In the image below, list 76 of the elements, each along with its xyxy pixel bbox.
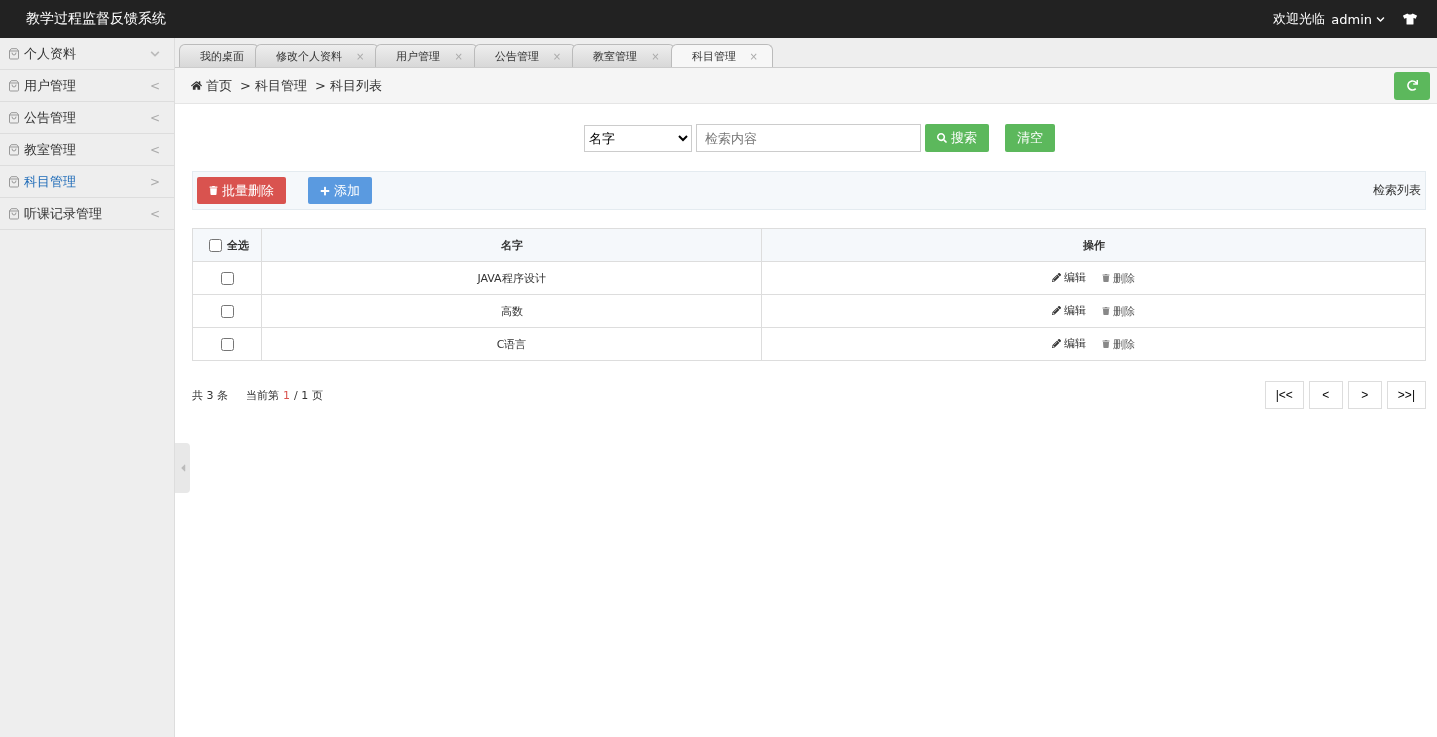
welcome-text: 欢迎光临 (1273, 10, 1326, 28)
user-menu[interactable]: admin (1331, 11, 1385, 27)
sidebar-label: 科目管理 (24, 172, 77, 191)
collapse-handle[interactable] (175, 443, 190, 493)
page-button[interactable]: < (1308, 381, 1343, 409)
select-all-checkbox[interactable] (209, 238, 222, 252)
edit-link[interactable]: 编辑 (1052, 270, 1086, 286)
chevron-down-icon (1376, 14, 1385, 24)
bag-icon (8, 143, 20, 156)
refresh-icon (1406, 80, 1418, 91)
sidebar-item[interactable]: 个人资料 (0, 38, 174, 70)
delete-link[interactable]: 删除 (1102, 303, 1135, 319)
bag-icon (8, 47, 20, 60)
pencil-icon (1052, 339, 1061, 349)
arrow-text: > (149, 174, 160, 189)
trash-icon (1102, 274, 1110, 283)
row-checkbox[interactable] (221, 271, 234, 285)
tab[interactable]: 教室管理 × (572, 44, 675, 67)
chevron-down-icon (150, 48, 160, 59)
bag-icon (8, 175, 20, 188)
arrow-text: < (149, 142, 160, 157)
page-prefix: 当前第 (246, 387, 279, 403)
pencil-icon (1052, 273, 1061, 283)
page-total: / 1 页 (294, 387, 323, 403)
sidebar-item[interactable]: 用户管理 < (0, 70, 174, 102)
trash-icon (209, 186, 218, 195)
sidebar-label: 个人资料 (24, 44, 77, 63)
delete-link[interactable]: 删除 (1102, 336, 1135, 352)
breadcrumb-text: > 科目管理 (240, 76, 308, 95)
home-icon (191, 80, 202, 91)
sidebar-label: 教室管理 (24, 140, 77, 159)
sidebar-label: 听课记录管理 (24, 204, 103, 223)
breadcrumb-text: > 科目列表 (315, 76, 383, 95)
search-icon (936, 133, 947, 143)
sidebar-item[interactable]: 教室管理 < (0, 134, 174, 166)
current-page: 1 (283, 388, 290, 402)
table-cell: 高数 (261, 294, 762, 328)
sidebar-item[interactable]: 公告管理 < (0, 102, 174, 134)
table-cell: C语言 (261, 327, 762, 361)
sidebar-label: 用户管理 (24, 76, 77, 95)
column-header: 名字 (261, 228, 762, 262)
total-count: 共 3 条 (192, 387, 228, 403)
row-checkbox[interactable] (221, 337, 234, 351)
select-all-label: 全选 (227, 237, 249, 253)
column-header: 操作 (761, 228, 1426, 262)
batch-delete-button[interactable]: 批量删除 (197, 177, 286, 204)
bag-icon (8, 111, 20, 124)
bag-icon (8, 79, 20, 92)
arrow-text: < (149, 78, 160, 93)
plus-icon (320, 185, 330, 196)
trash-icon (1102, 307, 1110, 316)
trash-icon (1102, 340, 1110, 349)
tab[interactable]: 科目管理 × (670, 44, 773, 67)
sidebar-label: 公告管理 (24, 108, 77, 127)
row-checkbox[interactable] (221, 304, 234, 318)
breadcrumb-link[interactable]: 首页 (191, 76, 232, 95)
bag-icon (8, 207, 20, 220)
page-button[interactable]: |<< (1264, 381, 1304, 409)
sidebar-item[interactable]: 科目管理 > (0, 166, 174, 198)
app-title: 教学过程监督反馈系统 (26, 10, 166, 28)
page-button[interactable]: >>| (1386, 381, 1426, 409)
delete-link[interactable]: 删除 (1102, 270, 1135, 286)
arrow-text: < (149, 110, 160, 125)
sidebar-item[interactable]: 听课记录管理 < (0, 198, 174, 230)
field-select[interactable]: 名字 (583, 124, 692, 152)
shirt-icon[interactable] (1403, 12, 1417, 26)
list-caption: 检索列表 (1373, 182, 1421, 199)
edit-link[interactable]: 编辑 (1052, 303, 1086, 319)
tab[interactable]: 我的桌面 (179, 44, 259, 67)
page-button[interactable]: > (1347, 381, 1382, 409)
arrow-text: < (149, 206, 160, 221)
pencil-icon (1052, 306, 1061, 316)
search-input[interactable]: 检索内容 (695, 124, 921, 152)
edit-link[interactable]: 编辑 (1052, 336, 1086, 352)
refresh-button[interactable] (1394, 71, 1430, 100)
table-cell: JAVA程序设计 (261, 261, 762, 295)
